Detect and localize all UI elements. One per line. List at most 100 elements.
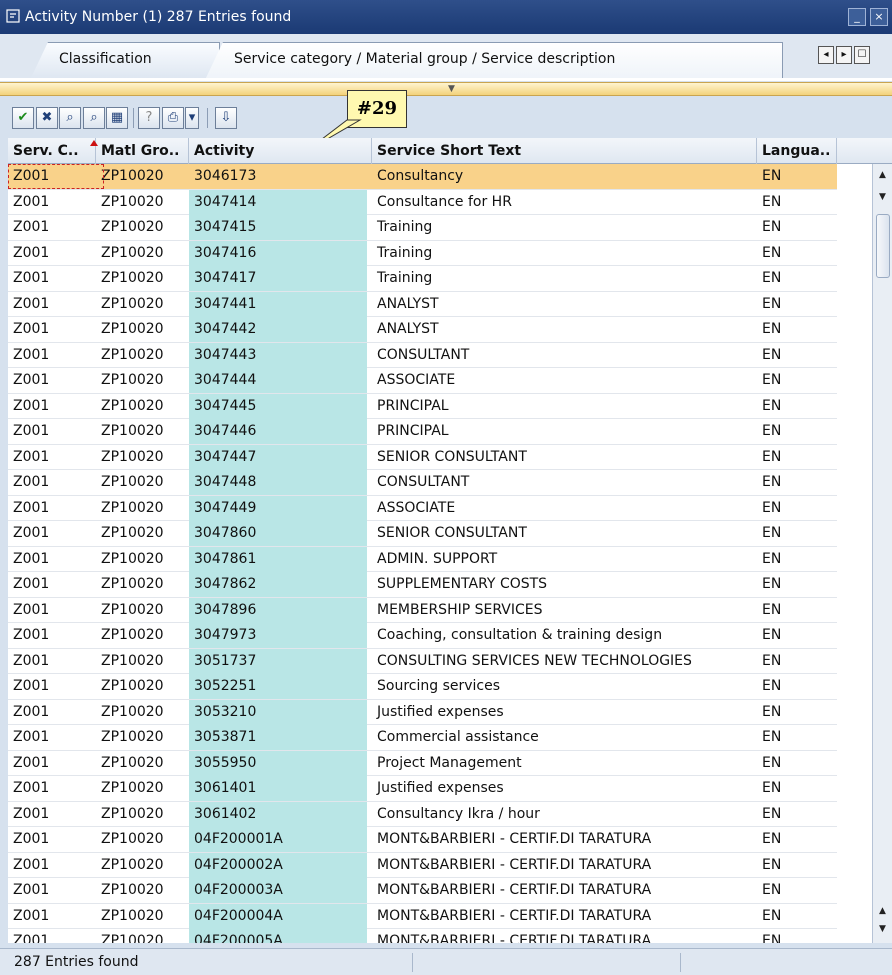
scroll-thumb[interactable] — [876, 214, 890, 278]
cell-material-group[interactable]: ZP10020 — [96, 725, 189, 750]
cell-language[interactable]: EN — [757, 547, 837, 572]
cell-material-group[interactable]: ZP10020 — [96, 190, 189, 215]
cell-activity[interactable]: 3047417 — [189, 266, 367, 291]
cell-short-text[interactable]: Commercial assistance — [372, 725, 757, 750]
cell-language[interactable]: EN — [757, 776, 837, 801]
cell-service-category[interactable]: Z001 — [8, 878, 96, 903]
cell-material-group[interactable]: ZP10020 — [96, 266, 189, 291]
cell-service-category[interactable]: Z001 — [8, 904, 96, 929]
table-row[interactable]: Z001 ZP10020 3047862 SUPPLEMENTARY COSTS EN — [8, 572, 837, 598]
cell-language[interactable]: EN — [757, 445, 837, 470]
tab-classification[interactable]: Classification — [30, 42, 220, 80]
cell-short-text[interactable]: MONT&BARBIERI - CERTIF.DI TARATURA — [372, 827, 757, 852]
cell-service-category[interactable]: Z001 — [8, 649, 96, 674]
cell-material-group[interactable]: ZP10020 — [96, 572, 189, 597]
cell-service-category[interactable]: Z001 — [8, 598, 96, 623]
cell-language[interactable]: EN — [757, 317, 837, 342]
cell-short-text[interactable]: ASSOCIATE — [372, 368, 757, 393]
cell-language[interactable]: EN — [757, 751, 837, 776]
cell-activity[interactable]: 3055950 — [189, 750, 367, 776]
cell-language[interactable]: EN — [757, 241, 837, 266]
table-row[interactable]: Z001 ZP10020 3047417 Training EN — [8, 266, 837, 292]
cell-language[interactable]: EN — [757, 521, 837, 546]
cell-material-group[interactable]: ZP10020 — [96, 853, 189, 878]
cell-activity[interactable]: 04F200004A — [189, 903, 367, 929]
minimize-button[interactable]: _ — [848, 8, 866, 26]
cell-service-category[interactable]: Z001 — [8, 292, 96, 317]
tab-scroll-right-button[interactable]: ▸ — [836, 46, 852, 64]
table-row[interactable]: Z001 ZP10020 3053871 Commercial assistance E… — [8, 725, 837, 751]
table-row[interactable]: Z001 ZP10020 3047861 ADMIN. SUPPORT EN — [8, 546, 837, 572]
cell-language[interactable]: EN — [757, 878, 837, 903]
cell-language[interactable]: EN — [757, 802, 837, 827]
cell-activity[interactable]: 3061401 — [189, 776, 367, 801]
cell-language[interactable]: EN — [757, 292, 837, 317]
cell-activity[interactable]: 3047973 — [189, 623, 367, 648]
cell-short-text[interactable]: Justified expenses — [372, 700, 757, 725]
cell-language[interactable]: EN — [757, 419, 837, 444]
cell-activity[interactable]: 3047414 — [189, 189, 367, 215]
cell-service-category[interactable]: Z001 — [8, 470, 96, 495]
cell-activity[interactable]: 3047442 — [189, 317, 367, 342]
cell-material-group[interactable]: ZP10020 — [96, 649, 189, 674]
cell-service-category[interactable]: Z001 — [8, 674, 96, 699]
cell-service-category[interactable]: Z001 — [8, 419, 96, 444]
cell-activity[interactable]: 3047449 — [189, 495, 367, 521]
cell-short-text[interactable]: SUPPLEMENTARY COSTS — [372, 572, 757, 597]
column-header-material-group[interactable]: Matl Gro.. — [96, 138, 189, 164]
cell-material-group[interactable]: ZP10020 — [96, 700, 189, 725]
cell-activity[interactable]: 04F200001A — [189, 827, 367, 852]
cell-material-group[interactable]: ZP10020 — [96, 904, 189, 929]
cell-activity[interactable]: 04F200005A — [189, 929, 367, 943]
table-row[interactable]: Z001 ZP10020 3047445 PRINCIPAL EN — [8, 393, 837, 419]
cell-language[interactable]: EN — [757, 674, 837, 699]
cell-activity[interactable]: 3047415 — [189, 215, 367, 240]
table-row[interactable]: Z001 ZP10020 04F200004A MONT&BARBIERI - CER… — [8, 903, 837, 929]
cell-activity[interactable]: 3047445 — [189, 393, 367, 419]
cell-activity[interactable]: 3046173 — [189, 164, 367, 189]
cell-short-text[interactable]: Coaching, consultation & training design — [372, 623, 757, 648]
cell-material-group[interactable]: ZP10020 — [96, 751, 189, 776]
cell-short-text[interactable]: CONSULTING SERVICES NEW TECHNOLOGIES — [372, 649, 757, 674]
collapse-arrow-icon[interactable]: ▼ — [448, 84, 455, 94]
cell-material-group[interactable]: ZP10020 — [96, 241, 189, 266]
column-header-language[interactable]: Langua.. — [757, 138, 837, 164]
column-header-short-text[interactable]: Service Short Text — [372, 138, 757, 164]
cell-service-category[interactable]: Z001 — [8, 241, 96, 266]
cell-material-group[interactable]: ZP10020 — [96, 164, 189, 189]
cell-service-category[interactable]: Z001 — [8, 853, 96, 878]
help-button[interactable]: ? — [138, 107, 160, 129]
filter-button[interactable]: ▦ — [106, 107, 128, 129]
cell-material-group[interactable]: ZP10020 — [96, 827, 189, 852]
tab-list-button[interactable]: ☐ — [854, 46, 870, 64]
cell-short-text[interactable]: CONSULTANT — [372, 470, 757, 495]
cell-short-text[interactable]: SENIOR CONSULTANT — [372, 445, 757, 470]
cell-short-text[interactable]: Consultance for HR — [372, 190, 757, 215]
cell-activity[interactable]: 3047896 — [189, 597, 367, 623]
cell-activity[interactable]: 3047860 — [189, 521, 367, 546]
cell-material-group[interactable]: ZP10020 — [96, 343, 189, 368]
scroll-up-bottom-icon[interactable]: ▲ — [876, 904, 889, 918]
cell-service-category[interactable]: Z001 — [8, 343, 96, 368]
table-row[interactable]: Z001 ZP10020 3047443 CONSULTANT EN — [8, 342, 837, 368]
table-row[interactable]: Z001 ZP10020 3051737 CONSULTING SERVICES NE… — [8, 648, 837, 674]
cell-material-group[interactable]: ZP10020 — [96, 470, 189, 495]
cancel-button[interactable]: ✖ — [36, 107, 58, 129]
print-button[interactable]: ⎙ — [162, 107, 184, 129]
table-row[interactable]: Z001 ZP10020 3052251 Sourcing services EN — [8, 674, 837, 700]
cell-service-category[interactable]: Z001 — [8, 190, 96, 215]
cell-material-group[interactable]: ZP10020 — [96, 215, 189, 240]
cell-activity[interactable]: 3047862 — [189, 572, 367, 597]
scroll-down-bottom-icon[interactable]: ▼ — [876, 922, 889, 936]
cell-activity[interactable]: 3047446 — [189, 419, 367, 444]
cell-material-group[interactable]: ZP10020 — [96, 547, 189, 572]
cell-material-group[interactable]: ZP10020 — [96, 419, 189, 444]
scroll-down-icon[interactable]: ▼ — [876, 190, 889, 204]
cell-service-category[interactable]: Z001 — [8, 929, 96, 943]
cell-short-text[interactable]: ADMIN. SUPPORT — [372, 547, 757, 572]
vertical-scrollbar[interactable]: ▲ ▼ ▲ ▼ — [872, 164, 892, 943]
cell-activity[interactable]: 3047448 — [189, 470, 367, 495]
cell-activity[interactable]: 3053871 — [189, 725, 367, 750]
cell-activity[interactable]: 04F200003A — [189, 878, 367, 903]
cell-service-category[interactable]: Z001 — [8, 547, 96, 572]
